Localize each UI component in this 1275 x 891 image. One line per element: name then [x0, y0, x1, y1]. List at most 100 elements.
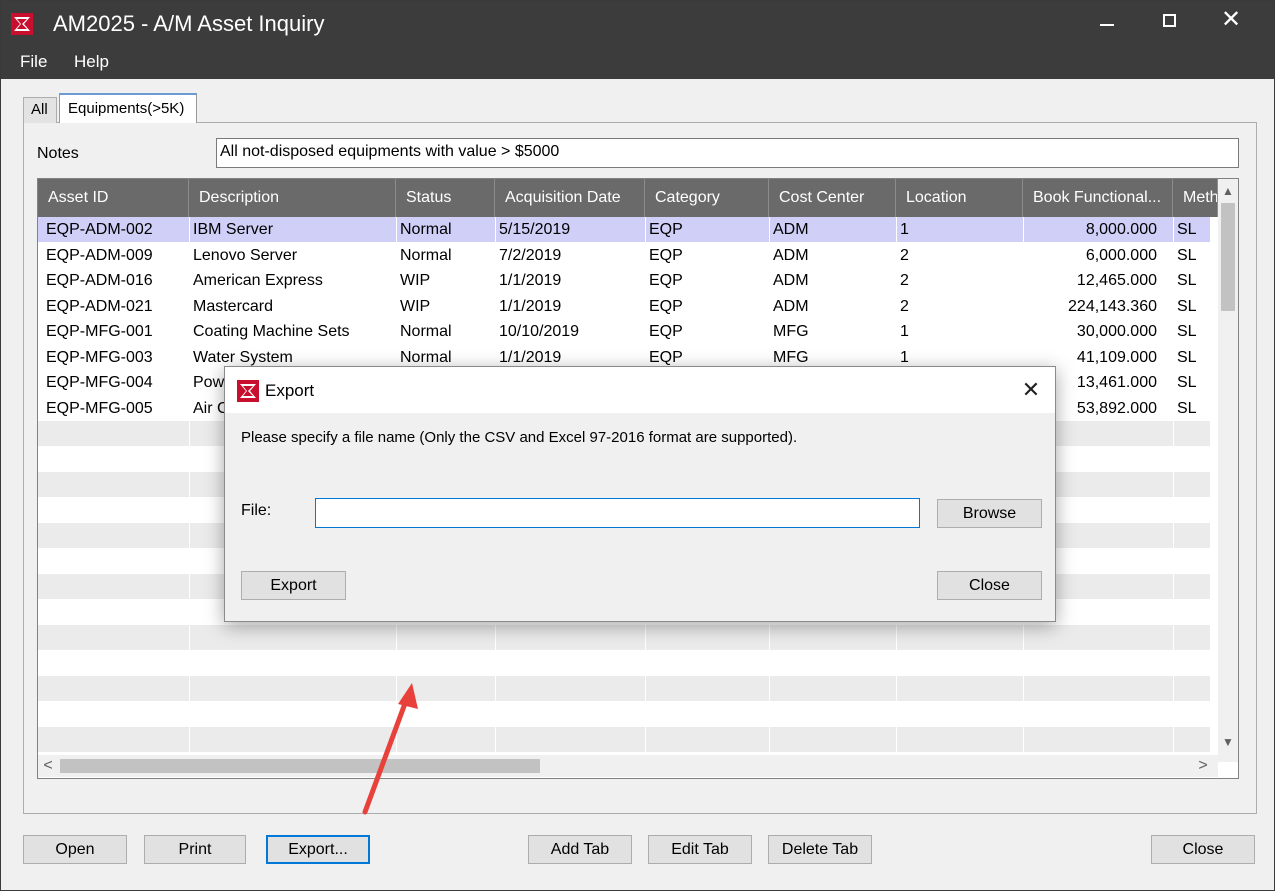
- cell-cost-center: MFG: [773, 323, 809, 340]
- notes-field[interactable]: All not-disposed equipments with value >…: [216, 138, 1239, 168]
- empty-row: [38, 651, 1210, 676]
- close-button[interactable]: Close: [1151, 835, 1255, 864]
- cell-category: EQP: [649, 272, 683, 289]
- vertical-scroll-thumb[interactable]: [1221, 203, 1235, 311]
- window-close-button[interactable]: ✕: [1199, 1, 1263, 41]
- export-instructions: Please specify a file name (Only the CSV…: [241, 429, 798, 446]
- table-row[interactable]: EQP-ADM-009 Lenovo Server Normal 7/2/2019 EQ…: [38, 243, 1210, 268]
- column-header-status[interactable]: Status: [396, 179, 495, 217]
- cell-status: Normal: [400, 246, 452, 264]
- cell-asset-id: EQP-ADM-009: [46, 246, 153, 264]
- file-label: File:: [241, 502, 272, 519]
- export-dialog-title: Export: [265, 381, 315, 400]
- cell-category: EQP: [649, 246, 683, 264]
- cell-category: EQP: [649, 297, 683, 315]
- close-icon: ✕: [1220, 6, 1242, 33]
- table-row[interactable]: EQP-ADM-021 Mastercard WIP 1/1/2019 EQP ADM 2 2…: [38, 294, 1210, 319]
- cell-location: 2: [900, 246, 909, 264]
- cell-asset-id: EQP-ADM-021: [46, 297, 153, 315]
- tab-all[interactable]: All: [23, 97, 57, 123]
- empty-row: [38, 625, 1210, 650]
- table-row[interactable]: EQP-MFG-001 Coating Machine Sets Normal 10/…: [38, 319, 1210, 344]
- column-header-method[interactable]: Meth: [1173, 179, 1218, 217]
- cell-asset-id: EQP-MFG-003: [46, 348, 153, 366]
- cell-status: Normal: [400, 323, 452, 340]
- browse-button[interactable]: Browse: [937, 499, 1042, 528]
- scroll-up-icon[interactable]: ▲: [1218, 181, 1238, 201]
- tab-equipments[interactable]: Equipments(>5K): [59, 93, 197, 123]
- cell-asset-id: EQP-ADM-016: [46, 272, 153, 289]
- scroll-right-icon[interactable]: >: [1193, 756, 1213, 776]
- cell-book-functional: 224,143.360: [1068, 297, 1157, 315]
- cell-cost-center: ADM: [773, 297, 809, 315]
- open-button[interactable]: Open: [23, 835, 127, 864]
- cell-cost-center: ADM: [773, 221, 809, 238]
- minimize-icon: [1100, 23, 1114, 26]
- scroll-left-icon[interactable]: <: [38, 756, 58, 776]
- menu-file[interactable]: File: [20, 52, 47, 72]
- column-header-asset-id[interactable]: Asset ID: [38, 179, 189, 217]
- column-divider: [1173, 217, 1174, 760]
- empty-row: [38, 727, 1210, 752]
- column-header-cost-center[interactable]: Cost Center: [769, 179, 896, 217]
- scroll-down-icon[interactable]: ▼: [1218, 732, 1238, 752]
- column-header-acquisition-date[interactable]: Acquisition Date: [495, 179, 645, 217]
- delete-tab-button[interactable]: Delete Tab: [768, 835, 872, 864]
- column-header-location[interactable]: Location: [896, 179, 1023, 217]
- empty-row: [38, 676, 1210, 701]
- menu-bar: File Help: [1, 47, 1274, 79]
- cell-status: WIP: [400, 272, 431, 289]
- cell-location: 2: [900, 272, 909, 289]
- cell-asset-id: EQP-ADM-002: [46, 221, 153, 238]
- cell-method: SL: [1177, 297, 1197, 315]
- dialog-export-button[interactable]: Export: [241, 571, 346, 600]
- horizontal-scrollbar[interactable]: < >: [38, 755, 1218, 777]
- cell-method: SL: [1177, 221, 1197, 238]
- column-header-description[interactable]: Description: [189, 179, 396, 217]
- cell-category: EQP: [649, 221, 683, 238]
- cell-acquisition-date: 1/1/2019: [499, 297, 562, 315]
- maximize-icon: [1162, 14, 1176, 28]
- cell-method: SL: [1177, 348, 1197, 366]
- file-name-input[interactable]: [315, 498, 920, 528]
- grid-header: Asset ID Description Status Acquisition …: [38, 179, 1218, 217]
- cell-description: IBM Server: [193, 221, 274, 238]
- title-bar[interactable]: AM2025 - A/M Asset Inquiry ✕: [1, 1, 1274, 47]
- export-dialog-title-bar[interactable]: Export ✕: [225, 367, 1055, 413]
- notes-label: Notes: [37, 145, 79, 162]
- cell-acquisition-date: 5/15/2019: [499, 221, 571, 238]
- cell-status: Normal: [400, 221, 452, 238]
- cell-description: Lenovo Server: [193, 246, 298, 264]
- column-header-category[interactable]: Category: [645, 179, 769, 217]
- menu-help[interactable]: Help: [74, 52, 109, 72]
- column-header-book-functional[interactable]: Book Functional...: [1023, 179, 1173, 217]
- cell-cost-center: ADM: [773, 272, 809, 289]
- cell-book-functional: 6,000.000: [1085, 246, 1157, 264]
- cell-asset-id: EQP-MFG-004: [46, 374, 153, 391]
- vertical-scrollbar[interactable]: ▲ ▼: [1218, 179, 1238, 762]
- cell-category: EQP: [649, 323, 683, 340]
- cell-description: Mastercard: [193, 297, 274, 315]
- dialog-close-button[interactable]: Close: [937, 571, 1042, 600]
- column-divider: [189, 217, 190, 760]
- cell-method: SL: [1177, 399, 1197, 417]
- cell-location: 2: [900, 297, 909, 315]
- app-logo-icon: [11, 13, 33, 35]
- table-row[interactable]: EQP-ADM-016 American Express WIP 1/1/2019 EQ…: [38, 268, 1210, 293]
- edit-tab-button[interactable]: Edit Tab: [648, 835, 752, 864]
- horizontal-scroll-thumb[interactable]: [60, 759, 540, 773]
- minimize-button[interactable]: [1075, 1, 1139, 41]
- export-dialog: Export ✕ Please specify a file name (Onl…: [224, 366, 1056, 622]
- dialog-close-icon[interactable]: ✕: [1015, 375, 1047, 405]
- add-tab-button[interactable]: Add Tab: [528, 835, 632, 864]
- cell-location: 1: [900, 323, 909, 340]
- cell-acquisition-date: 1/1/2019: [499, 272, 562, 289]
- print-button[interactable]: Print: [144, 835, 246, 864]
- window-title: AM2025 - A/M Asset Inquiry: [53, 11, 325, 36]
- maximize-button[interactable]: [1137, 1, 1201, 41]
- cell-method: SL: [1177, 246, 1197, 264]
- export-button[interactable]: Export...: [266, 835, 370, 864]
- cell-book-functional: 30,000.000: [1076, 323, 1157, 340]
- table-row[interactable]: EQP-ADM-002 IBM Server Normal 5/15/2019 EQP A…: [38, 217, 1210, 242]
- app-logo-icon: [237, 380, 259, 402]
